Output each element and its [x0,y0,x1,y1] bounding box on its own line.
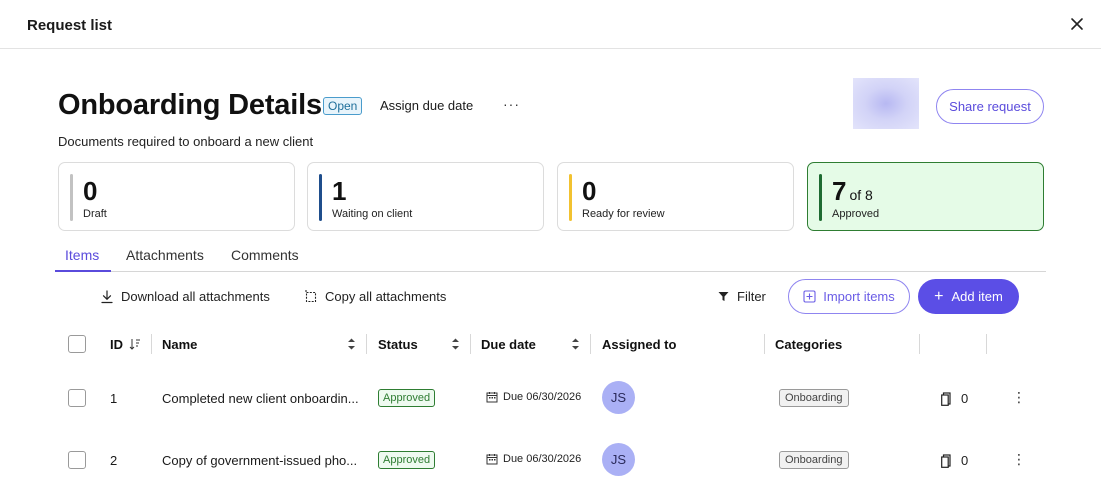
import-items-label: Import items [823,289,895,304]
assign-due-date-button[interactable]: Assign due date [380,98,473,113]
column-header-status[interactable]: Status [378,337,418,352]
row-checkbox[interactable] [68,389,86,407]
filter-label: Filter [737,289,766,304]
row-more-options-icon[interactable]: ⋮ [1012,451,1026,468]
stat-bar [70,174,73,221]
tab-attachments[interactable]: Attachments [116,246,214,272]
filter-button[interactable]: Filter [718,289,766,304]
top-bar: Request list [0,0,1101,49]
column-divider [590,334,591,354]
sort-ascending-icon[interactable] [129,337,141,351]
close-icon[interactable] [1067,14,1087,34]
stat-bar [819,174,822,221]
row-checkbox[interactable] [68,451,86,469]
import-items-button[interactable]: Import items [788,279,910,314]
column-header-categories[interactable]: Categories [775,337,842,352]
download-icon [101,289,113,303]
page-subtitle: Documents required to onboard a new clie… [58,134,314,149]
panel-title: Request list [27,17,113,34]
column-header-due-date[interactable]: Due date [481,337,536,352]
import-icon [803,290,816,303]
attachment-icon [941,391,951,406]
stat-bar [569,174,572,221]
column-divider [470,334,471,354]
attachment-count[interactable]: 0 [941,453,968,468]
sort-icon[interactable] [451,337,460,351]
avatar[interactable]: JS [602,381,635,414]
row-id: 2 [110,453,118,468]
row-more-options-icon[interactable]: ⋮ [1012,389,1026,406]
column-divider [919,334,920,354]
stat-label: Draft [83,208,107,220]
column-header-name[interactable]: Name [162,337,197,352]
avatar[interactable]: JS [602,443,635,476]
add-item-button[interactable]: + Add item [918,279,1019,314]
calendar-icon [486,454,498,465]
status-badge: Approved [378,389,436,407]
column-divider [764,334,765,354]
attachment-count[interactable]: 0 [941,391,968,406]
tab-comments[interactable]: Comments [221,246,309,272]
stat-card-draft: 0 Draft [58,162,295,231]
tab-bar: Items Attachments Comments [55,246,1046,272]
tab-items[interactable]: Items [55,246,111,272]
copy-all-button[interactable]: Copy all attachments [304,289,446,304]
due-date-text: Due 06/30/2026 [503,453,582,465]
filter-icon [718,292,729,301]
status-badge: Approved [378,451,436,469]
blurred-image [853,78,919,129]
calendar-icon [486,392,498,403]
more-options-icon[interactable]: ··· [503,96,520,112]
column-header-assigned-to[interactable]: Assigned to [602,337,676,352]
sort-icon[interactable] [571,337,580,351]
stat-number: 7 [832,176,847,206]
row-due-date: Due 06/30/2026 [486,391,581,403]
plus-icon: + [934,287,944,305]
status-badge: Open [323,97,363,115]
stat-value: 0 [83,176,98,206]
row-name-link[interactable]: Copy of government-issued pho... [162,453,357,468]
row-name-link[interactable]: Completed new client onboardin... [162,391,359,406]
stat-card-ready: 0 Ready for review [557,162,794,231]
stat-bar [319,174,322,221]
category-badge: Onboarding [779,389,849,407]
column-divider [151,334,152,354]
select-all-checkbox[interactable] [68,335,86,353]
stat-value: 0 [582,176,597,206]
download-all-button[interactable]: Download all attachments [101,289,270,304]
stat-label: Approved [832,208,880,220]
stat-value: 7 of 8 [832,176,873,207]
attachment-count-value: 0 [961,391,969,406]
category-badge: Onboarding [779,451,849,469]
sort-icon[interactable] [347,337,356,351]
download-all-label: Download all attachments [121,289,270,304]
add-item-label: Add item [951,289,1003,304]
stat-card-approved: 7 of 8 Approved [807,162,1044,231]
copy-icon [305,290,317,303]
stat-label: Ready for review [582,208,665,220]
stat-label: Waiting on client [332,208,413,220]
share-request-button[interactable]: Share request [936,89,1044,124]
due-date-text: Due 06/30/2026 [503,391,582,403]
column-divider [986,334,987,354]
page-title: Onboarding Details [58,89,322,121]
column-divider [366,334,367,354]
attachment-icon [941,453,951,468]
attachment-count-value: 0 [961,453,969,468]
row-id: 1 [110,391,118,406]
column-header-id[interactable]: ID [110,337,123,352]
row-due-date: Due 06/30/2026 [486,453,581,465]
stat-card-waiting: 1 Waiting on client [307,162,544,231]
stat-total: of 8 [849,187,873,203]
copy-all-label: Copy all attachments [325,289,447,304]
stat-value: 1 [332,176,347,206]
